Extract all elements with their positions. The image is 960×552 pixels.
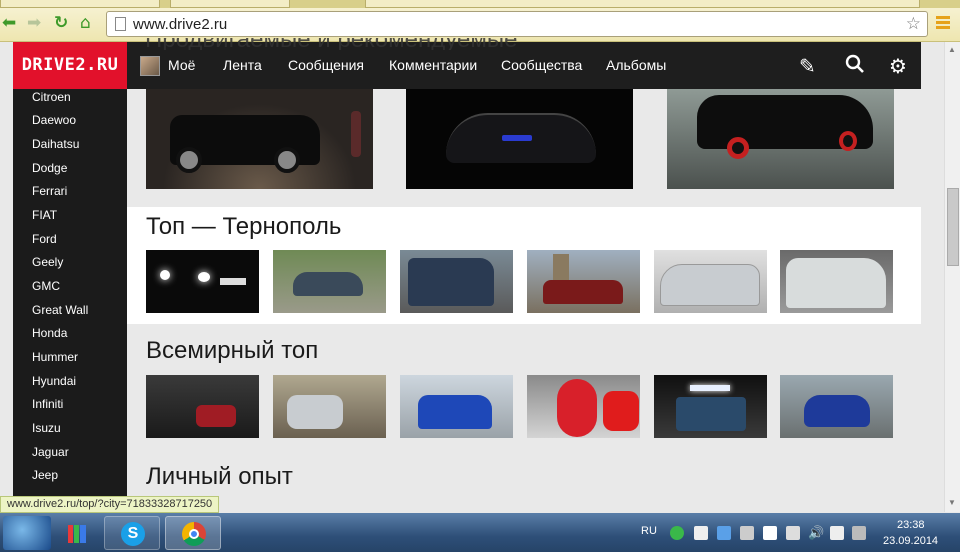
world-photo-3[interactable] xyxy=(400,375,513,438)
scrollbar-thumb[interactable] xyxy=(947,188,959,266)
sidebar-item-jaguar[interactable]: Jaguar xyxy=(32,445,69,459)
page-scrollbar[interactable]: ▲ ▼ xyxy=(944,42,960,512)
sidebar-item-fiat[interactable]: FIAT xyxy=(32,208,57,222)
gear-icon[interactable]: ⚙ xyxy=(889,54,907,78)
nav-messages[interactable]: Сообщения xyxy=(288,57,364,73)
apps-icon[interactable] xyxy=(56,516,98,550)
world-photo-6[interactable] xyxy=(780,375,893,438)
start-button[interactable] xyxy=(3,516,51,550)
status-bar-url: www.drive2.ru/top/?city=71833328717250 xyxy=(0,496,220,513)
tab-strip xyxy=(0,0,960,8)
sidebar-item-dodge[interactable]: Dodge xyxy=(32,161,67,175)
reload-icon[interactable]: ↻ xyxy=(54,14,68,32)
scroll-down-icon[interactable]: ▼ xyxy=(948,498,956,507)
nav-feed[interactable]: Лента xyxy=(223,57,262,73)
tray-clipboard-icon[interactable] xyxy=(786,526,800,540)
sidebar-item-honda[interactable]: Honda xyxy=(32,326,67,340)
address-bar[interactable]: www.drive2.ru ☆ xyxy=(106,11,928,37)
bookmark-star-icon[interactable]: ☆ xyxy=(906,14,921,34)
browser-menu-icon[interactable] xyxy=(936,16,950,30)
promoted-photo-1[interactable] xyxy=(146,89,373,189)
search-icon[interactable] xyxy=(845,54,865,79)
clock-date[interactable]: 23.09.2014 xyxy=(883,535,938,547)
address-url[interactable]: www.drive2.ru xyxy=(133,16,227,33)
sidebar-item-jeep[interactable]: Jeep xyxy=(32,468,58,482)
top-photo-2[interactable] xyxy=(273,250,386,313)
chrome-icon[interactable] xyxy=(165,516,221,550)
nav-communities[interactable]: Сообщества xyxy=(501,57,582,73)
sidebar-item-ferrari[interactable]: Ferrari xyxy=(32,184,67,198)
sidebar-item-gmc[interactable]: GMC xyxy=(32,279,60,293)
top-photo-4[interactable] xyxy=(527,250,640,313)
sidebar-item-isuzu[interactable]: Isuzu xyxy=(32,421,61,435)
world-photo-5[interactable] xyxy=(654,375,767,438)
page-heading-partial: Продвигаемые и рекомендуемые xyxy=(145,38,565,50)
top-photo-6[interactable] xyxy=(780,250,893,313)
promoted-photo-2[interactable] xyxy=(406,89,633,189)
page-icon xyxy=(115,17,126,31)
promoted-photo-3[interactable] xyxy=(667,89,894,189)
world-photo-1[interactable] xyxy=(146,375,259,438)
sidebar-item-daihatsu[interactable]: Daihatsu xyxy=(32,137,79,151)
section-ternopol: Топ — Тернополь xyxy=(127,207,921,324)
tray-display-icon[interactable] xyxy=(830,526,844,540)
section-title-ternopol[interactable]: Топ — Тернополь xyxy=(146,213,341,241)
sidebar-brands: Citroen Daewoo Daihatsu Dodge Ferrari FI… xyxy=(13,89,127,552)
nav-albums[interactable]: Альбомы xyxy=(606,57,666,73)
section-title-world[interactable]: Всемирный топ xyxy=(146,337,318,365)
volume-icon[interactable]: 🔊 xyxy=(808,526,824,540)
pencil-icon[interactable]: ✎ xyxy=(799,54,816,78)
tray-vk-icon[interactable] xyxy=(763,526,777,540)
main-content: Топ — Тернополь Всемирный топ Личный опы… xyxy=(127,89,921,509)
world-photo-2[interactable] xyxy=(273,375,386,438)
section-title-personal[interactable]: Личный опыт xyxy=(146,463,293,491)
browser-tab-active[interactable] xyxy=(365,0,920,8)
sidebar-item-great-wall[interactable]: Great Wall xyxy=(32,303,88,317)
sidebar-item-ford[interactable]: Ford xyxy=(32,232,57,246)
home-icon[interactable]: ⌂ xyxy=(80,14,91,32)
sidebar-item-geely[interactable]: Geely xyxy=(32,255,63,269)
browser-toolbar: ⬅ ➡ ↻ ⌂ www.drive2.ru ☆ xyxy=(0,0,960,42)
clock-time[interactable]: 23:38 xyxy=(897,519,925,531)
sidebar-item-hummer[interactable]: Hummer xyxy=(32,350,78,364)
top-photo-5[interactable] xyxy=(654,250,767,313)
browser-tab[interactable] xyxy=(0,0,160,8)
sidebar-item-daewoo[interactable]: Daewoo xyxy=(32,113,76,127)
sidebar-item-hyundai[interactable]: Hyundai xyxy=(32,374,76,388)
nav-moe[interactable]: Моё xyxy=(168,57,195,73)
top-photo-3[interactable] xyxy=(400,250,513,313)
sidebar-item-citroen[interactable]: Citroen xyxy=(32,90,71,104)
tray-app-icon[interactable] xyxy=(670,526,684,540)
tray-network-icon[interactable] xyxy=(717,526,731,540)
windows-taskbar: S RU 🔊 23:38 23.09.2014 xyxy=(0,513,960,552)
top-photo-1[interactable] xyxy=(146,250,259,313)
avatar[interactable] xyxy=(140,56,160,76)
tray-device-icon[interactable] xyxy=(694,526,708,540)
nav-comments[interactable]: Комментарии xyxy=(389,57,477,73)
forward-icon[interactable]: ➡ xyxy=(27,14,41,32)
tray-flag-icon[interactable] xyxy=(852,526,866,540)
scroll-up-icon[interactable]: ▲ xyxy=(948,45,956,54)
back-icon[interactable]: ⬅ xyxy=(2,14,16,32)
language-indicator[interactable]: RU xyxy=(641,525,657,537)
site-logo[interactable]: DRIVE2.RU xyxy=(13,42,127,89)
skype-icon[interactable]: S xyxy=(104,516,160,550)
tray-tool-icon[interactable] xyxy=(740,526,754,540)
browser-tab[interactable] xyxy=(170,0,290,8)
world-photo-4[interactable] xyxy=(527,375,640,438)
sidebar-item-infiniti[interactable]: Infiniti xyxy=(32,397,63,411)
